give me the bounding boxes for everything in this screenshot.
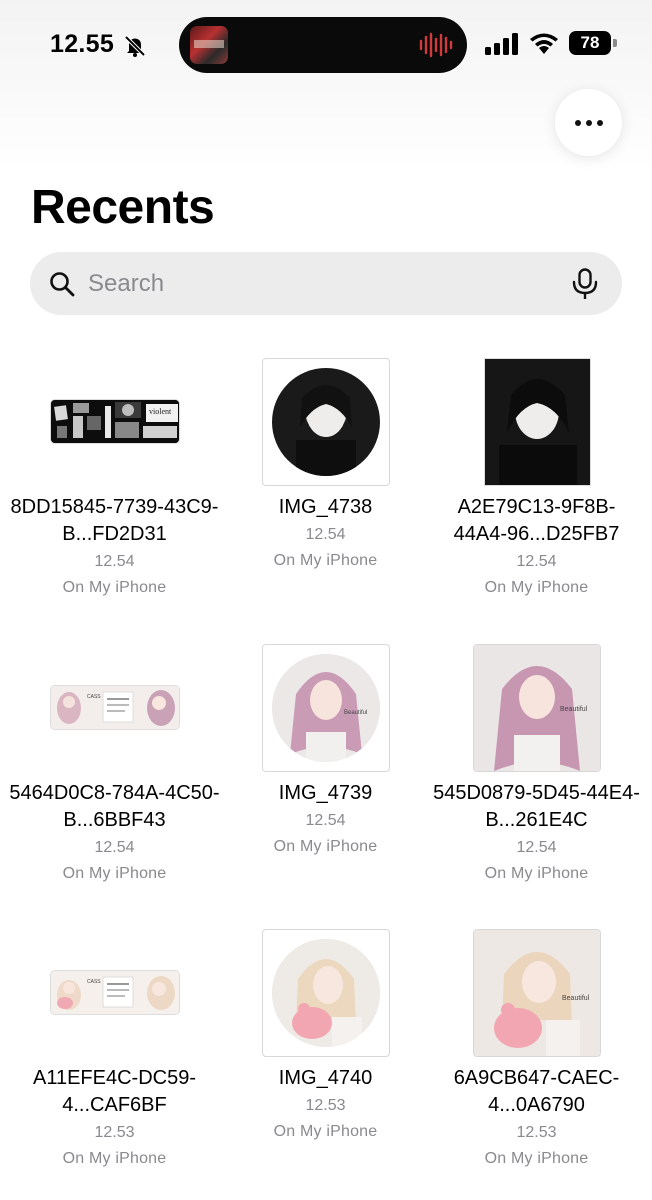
file-time: 12.53 [305, 1097, 346, 1114]
microphone-icon[interactable] [571, 268, 599, 300]
file-item[interactable]: IMG_4738 12.54 On My iPhone [220, 358, 431, 608]
file-time: 12.53 [516, 1124, 557, 1141]
file-name[interactable]: 8DD15845-7739-43C9-B...FD2D31 [9, 494, 220, 548]
file-thumbnail[interactable]: Beautiful [473, 644, 601, 772]
header-banner-image: CASS [51, 971, 179, 1014]
battery-tip [613, 39, 617, 47]
ellipsis-icon [574, 119, 603, 126]
portrait-circle-image [272, 939, 380, 1047]
file-name[interactable]: 5464D0C8-784A-4C50-B...6BBF43 [9, 780, 220, 834]
now-playing-artwork[interactable] [190, 26, 228, 64]
file-thumbnail[interactable]: Beautiful [262, 644, 390, 772]
file-name[interactable]: IMG_4740 [220, 1065, 431, 1092]
file-item[interactable]: violent 8DD15845-7739-43C9-B...FD2D31 12… [9, 358, 220, 608]
file-item[interactable]: Beautiful IMG_4739 12.54 On My iPhone [220, 644, 431, 894]
file-location: On My iPhone [484, 1150, 589, 1167]
file-thumbnail[interactable] [262, 358, 390, 486]
search-input[interactable] [88, 252, 558, 315]
portrait-image [485, 359, 590, 485]
header-banner-image: CASS [51, 686, 179, 729]
file-location: On My iPhone [273, 552, 378, 569]
file-location: On My iPhone [62, 579, 167, 596]
svg-text:violent: violent [149, 407, 172, 416]
file-time: 12.54 [94, 553, 135, 570]
file-item[interactable]: IMG_4740 12.53 On My iPhone [220, 929, 431, 1179]
file-location: On My iPhone [484, 579, 589, 596]
svg-text:Beautiful: Beautiful [344, 710, 367, 716]
file-time: 12.54 [305, 526, 346, 543]
page-title: Recents [31, 181, 215, 234]
file-thumbnail[interactable] [484, 358, 591, 486]
file-item[interactable]: Beautiful 6A9CB647-CAEC-4...0A6790 12.53… [431, 929, 642, 1179]
file-thumbnail[interactable]: violent [51, 400, 179, 443]
file-time: 12.54 [94, 839, 135, 856]
file-location: On My iPhone [62, 865, 167, 882]
portrait-circle-image [272, 368, 380, 476]
battery-indicator: 78 [569, 31, 617, 55]
file-time: 12.54 [305, 812, 346, 829]
file-item[interactable]: CASS A11EFE4C-DC59-4...CAF6BF 12.53 On M… [9, 929, 220, 1179]
file-time: 12.53 [94, 1124, 135, 1141]
file-name[interactable]: IMG_4738 [220, 494, 431, 521]
file-item[interactable]: Beautiful 545D0879-5D45-44E4-B...261E4C … [431, 644, 642, 894]
file-thumbnail[interactable]: Beautiful [473, 929, 601, 1057]
file-name[interactable]: A11EFE4C-DC59-4...CAF6BF [9, 1065, 220, 1119]
file-location: On My iPhone [273, 838, 378, 855]
audio-waveform-icon [419, 32, 453, 58]
file-location: On My iPhone [62, 1150, 167, 1167]
svg-text:Beautiful: Beautiful [560, 706, 588, 713]
cellular-signal-icon [485, 33, 518, 55]
file-location: On My iPhone [273, 1123, 378, 1140]
wifi-icon [530, 33, 558, 54]
portrait-circle-image: Beautiful [272, 654, 380, 762]
svg-text:CASS: CASS [87, 979, 101, 985]
bell-slash-icon [124, 35, 146, 57]
file-thumbnail[interactable]: CASS [51, 686, 179, 729]
search-bar[interactable] [30, 252, 622, 315]
file-thumbnail[interactable]: CASS [51, 971, 179, 1014]
svg-text:CASS: CASS [87, 694, 101, 700]
svg-text:Beautiful: Beautiful [562, 995, 590, 1002]
battery-level: 78 [569, 31, 611, 55]
file-name[interactable]: 545D0879-5D45-44E4-B...261E4C [431, 780, 642, 834]
file-name[interactable]: A2E79C13-9F8B-44A4-96...D25FB7 [431, 494, 642, 548]
file-time: 12.54 [516, 553, 557, 570]
more-options-button[interactable] [555, 89, 622, 156]
portrait-image: Beautiful [474, 930, 600, 1056]
file-item[interactable]: A2E79C13-9F8B-44A4-96...D25FB7 12.54 On … [431, 358, 642, 608]
file-name[interactable]: IMG_4739 [220, 780, 431, 807]
file-item[interactable]: CASS 5464D0C8-784A-4C50-B...6BBF43 12.54… [9, 644, 220, 894]
file-name[interactable]: 6A9CB647-CAEC-4...0A6790 [431, 1065, 642, 1119]
file-location: On My iPhone [484, 865, 589, 882]
collage-image: violent [51, 400, 179, 443]
file-time: 12.54 [516, 839, 557, 856]
status-time: 12.55 [50, 30, 115, 58]
file-thumbnail[interactable] [262, 929, 390, 1057]
search-icon [50, 272, 75, 297]
portrait-image: Beautiful [474, 645, 600, 771]
dynamic-island[interactable] [179, 17, 467, 73]
